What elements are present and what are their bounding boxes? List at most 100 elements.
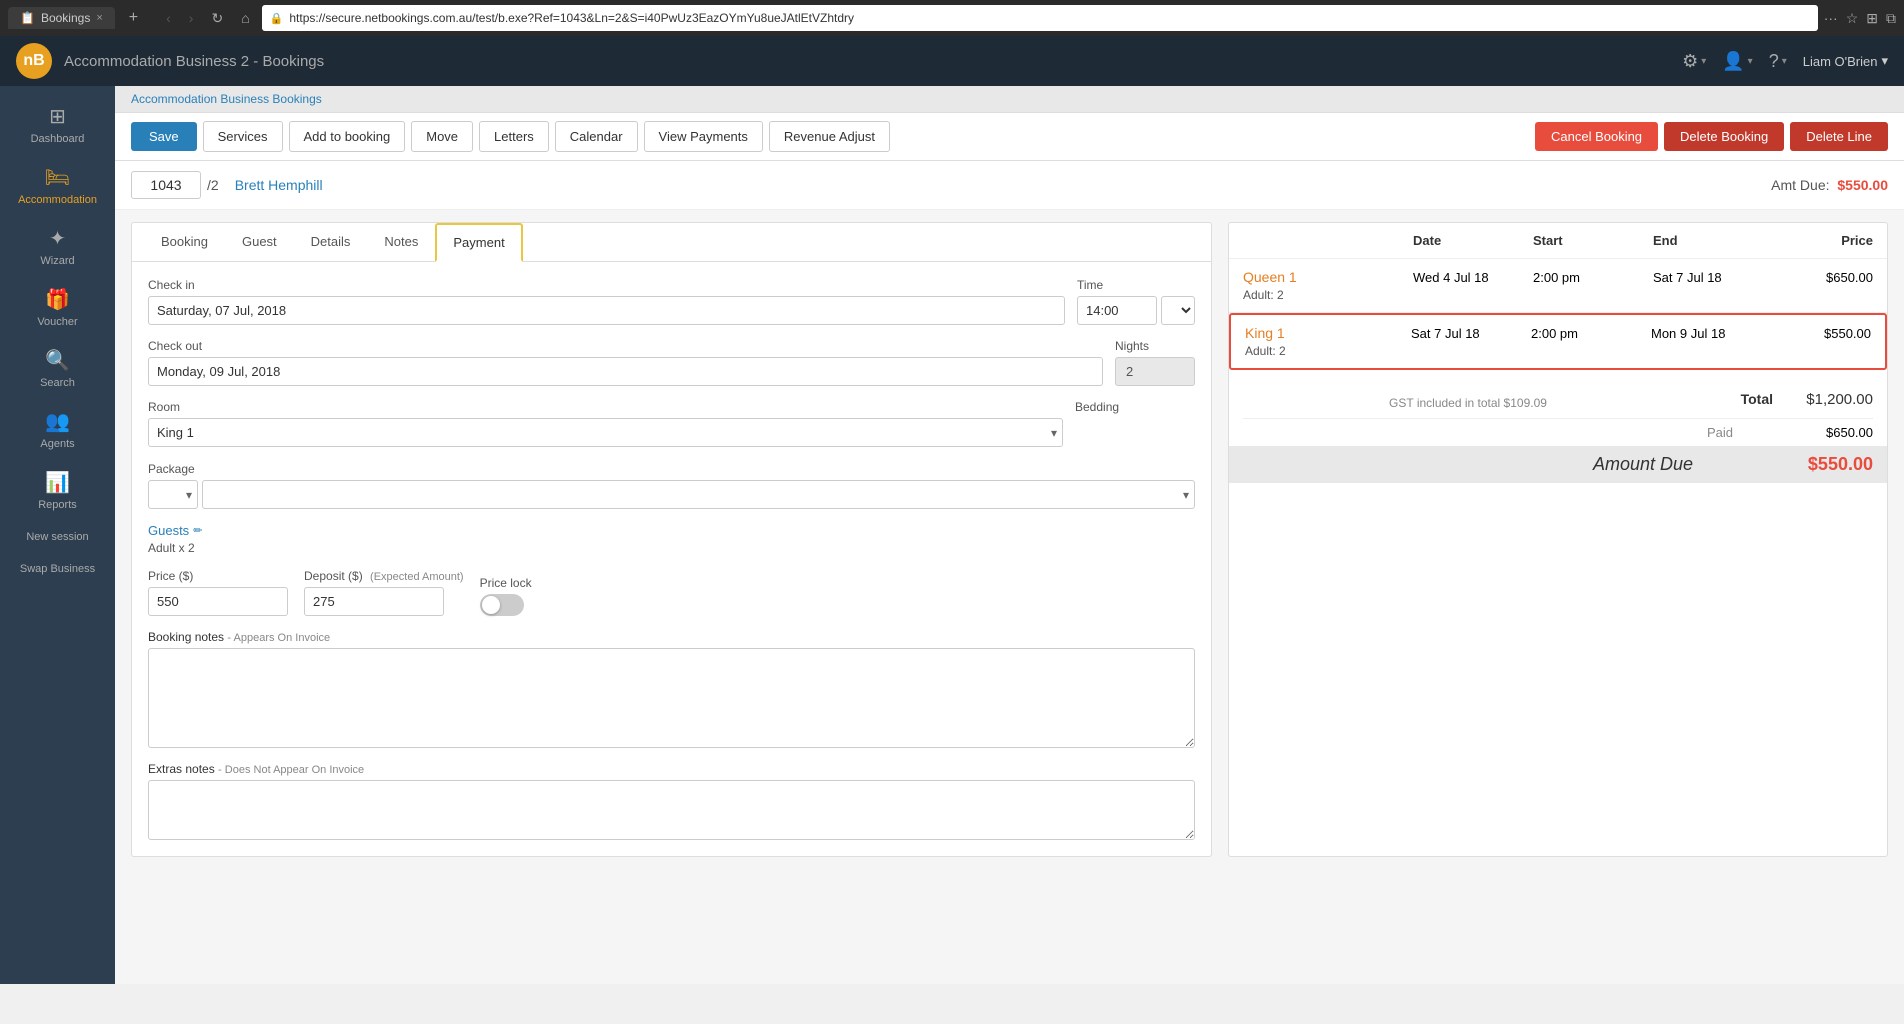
amount-due-value: $550.00 <box>1773 454 1873 475</box>
breadcrumb-link[interactable]: Accommodation Business Bookings <box>131 92 322 106</box>
close-tab-button[interactable]: × <box>96 12 102 24</box>
sidebar-item-reports[interactable]: 📊 Reports <box>0 460 115 521</box>
col-header-room <box>1243 233 1413 248</box>
url-text: https://secure.netbookings.com.au/test/b… <box>289 11 854 25</box>
col-header-start: Start <box>1533 233 1653 248</box>
sidebar-item-dashboard[interactable]: ⊞ Dashboard <box>0 94 115 155</box>
queen1-name: Queen 1 <box>1243 269 1413 285</box>
paid-label: Paid <box>1707 425 1733 440</box>
sidebar-item-accommodation[interactable]: 🛏 Accommodation <box>0 155 115 216</box>
nights-value: 2 <box>1115 357 1195 386</box>
room-group: Room King 1 <box>148 400 1063 447</box>
booking-entry-queen1[interactable]: Queen 1 Wed 4 Jul 18 2:00 pm Sat 7 Jul 1… <box>1229 259 1887 313</box>
room-select[interactable]: King 1 <box>148 418 1063 447</box>
deposit-group: Deposit ($) (Expected Amount) <box>304 569 464 616</box>
king1-price: $550.00 <box>1771 326 1871 341</box>
bookmark-button[interactable]: ☆ <box>1846 10 1859 27</box>
bedding-group: Bedding <box>1075 400 1195 448</box>
move-button[interactable]: Move <box>411 121 473 152</box>
browser-tab[interactable]: 📋 Bookings × <box>8 7 115 29</box>
right-panel: Date Start End Price Queen 1 Wed 4 Jul 1… <box>1228 222 1888 857</box>
booking-body: Booking Guest Details Notes Payment Chec… <box>115 210 1904 869</box>
sidebar-label-wizard: Wizard <box>40 255 74 267</box>
checkin-group: Check in <box>148 278 1065 325</box>
price-input[interactable] <box>148 587 288 616</box>
booking-entry-king1[interactable]: King 1 Sat 7 Jul 18 2:00 pm Mon 9 Jul 18… <box>1229 313 1887 370</box>
windows-button[interactable]: ⧉ <box>1886 10 1896 27</box>
refresh-button[interactable]: ↻ <box>205 6 229 31</box>
booking-total-pages: /2 <box>207 177 219 193</box>
guests-count: Adult x 2 <box>148 541 1195 555</box>
bedding-label: Bedding <box>1075 400 1195 414</box>
queen1-price: $650.00 <box>1773 270 1873 285</box>
home-button[interactable]: ⌂ <box>235 6 255 30</box>
checkin-input[interactable] <box>148 296 1065 325</box>
nights-group: Nights 2 <box>1115 339 1195 386</box>
tab-details[interactable]: Details <box>294 223 368 262</box>
user-icon-button[interactable]: 👤 ▾ <box>1722 51 1752 72</box>
lock-icon: 🔒 <box>270 12 284 25</box>
entry-row-king1: King 1 Sat 7 Jul 18 2:00 pm Mon 9 Jul 18… <box>1245 325 1871 341</box>
checkout-group: Check out <box>148 339 1103 386</box>
tab-payment[interactable]: Payment <box>435 223 522 262</box>
help-icon-button[interactable]: ? ▾ <box>1769 51 1787 72</box>
left-panel: Booking Guest Details Notes Payment Chec… <box>131 222 1212 857</box>
checkout-input[interactable] <box>148 357 1103 386</box>
time-select[interactable] <box>1161 296 1195 325</box>
delete-line-button[interactable]: Delete Line <box>1790 122 1888 151</box>
booking-notes-input[interactable] <box>148 648 1195 748</box>
main-content: Accommodation Business Bookings Save Ser… <box>115 86 1904 984</box>
save-button[interactable]: Save <box>131 122 197 151</box>
tab-guest[interactable]: Guest <box>225 223 294 262</box>
panel-header: Date Start End Price <box>1229 223 1887 259</box>
summary-section: GST included in total $109.09 Total $1,2… <box>1229 370 1887 493</box>
total-label: Total <box>1693 391 1773 407</box>
deposit-input[interactable] <box>304 587 444 616</box>
add-to-booking-button[interactable]: Add to booking <box>289 121 406 152</box>
guests-edit-icon[interactable]: ✏ <box>193 524 202 537</box>
sidebar-item-voucher[interactable]: 🎁 Voucher <box>0 277 115 338</box>
services-button[interactable]: Services <box>203 121 283 152</box>
revenue-adjust-button[interactable]: Revenue Adjust <box>769 121 890 152</box>
tab-title: Bookings <box>41 11 90 25</box>
time-input[interactable] <box>1077 296 1157 325</box>
cancel-booking-button[interactable]: Cancel Booking <box>1535 122 1658 151</box>
booking-header: 1043 /2 Brett Hemphill Amt Due: $550.00 <box>115 161 1904 210</box>
room-row: Room King 1 Bedding <box>148 400 1195 448</box>
extras-notes-input[interactable] <box>148 780 1195 840</box>
more-button[interactable]: ··· <box>1824 10 1838 26</box>
delete-booking-button[interactable]: Delete Booking <box>1664 122 1784 151</box>
sidebar-item-wizard[interactable]: ✦ Wizard <box>0 216 115 277</box>
booking-guest-name: Brett Hemphill <box>235 177 323 193</box>
new-tab-button[interactable]: + <box>123 9 144 27</box>
browser-chrome: 📋 Bookings × + ‹ › ↻ ⌂ 🔒 https://secure.… <box>0 0 1904 36</box>
queen1-date: Wed 4 Jul 18 <box>1413 270 1533 285</box>
sidebar-item-swap-business[interactable]: Swap Business <box>0 553 115 585</box>
sidebar-item-agents[interactable]: 👥 Agents <box>0 399 115 460</box>
price-lock-toggle[interactable] <box>480 594 524 616</box>
extensions-button[interactable]: ⊞ <box>1866 10 1878 27</box>
back-button[interactable]: ‹ <box>160 6 177 30</box>
king1-name: King 1 <box>1245 325 1411 341</box>
price-label: Price ($) <box>148 569 288 583</box>
package-select-left[interactable] <box>148 480 198 509</box>
sidebar-item-new-session[interactable]: New session <box>0 521 115 553</box>
sidebar-item-search[interactable]: 🔍 Search <box>0 338 115 399</box>
booking-notes-label: Booking notes - Appears On Invoice <box>148 630 1195 644</box>
letters-button[interactable]: Letters <box>479 121 549 152</box>
package-select-right[interactable] <box>202 480 1195 509</box>
toolbar: Save Services Add to booking Move Letter… <box>115 113 1904 161</box>
address-bar[interactable]: 🔒 https://secure.netbookings.com.au/test… <box>262 5 1818 31</box>
forward-button[interactable]: › <box>183 6 200 30</box>
settings-icon-button[interactable]: ⚙ ▾ <box>1682 51 1706 72</box>
app-body: ⊞ Dashboard 🛏 Accommodation ✦ Wizard 🎁 V… <box>0 86 1904 984</box>
tab-notes[interactable]: Notes <box>367 223 435 262</box>
view-payments-button[interactable]: View Payments <box>644 121 763 152</box>
booking-id[interactable]: 1043 <box>131 171 201 199</box>
calendar-button[interactable]: Calendar <box>555 121 638 152</box>
price-lock-group: Price lock <box>480 576 532 616</box>
deposit-label: Deposit ($) (Expected Amount) <box>304 569 464 583</box>
user-name-button[interactable]: Liam O'Brien ▾ <box>1803 53 1888 69</box>
amount-due-header: Amt Due: $550.00 <box>1771 177 1888 193</box>
tab-booking[interactable]: Booking <box>144 223 225 262</box>
